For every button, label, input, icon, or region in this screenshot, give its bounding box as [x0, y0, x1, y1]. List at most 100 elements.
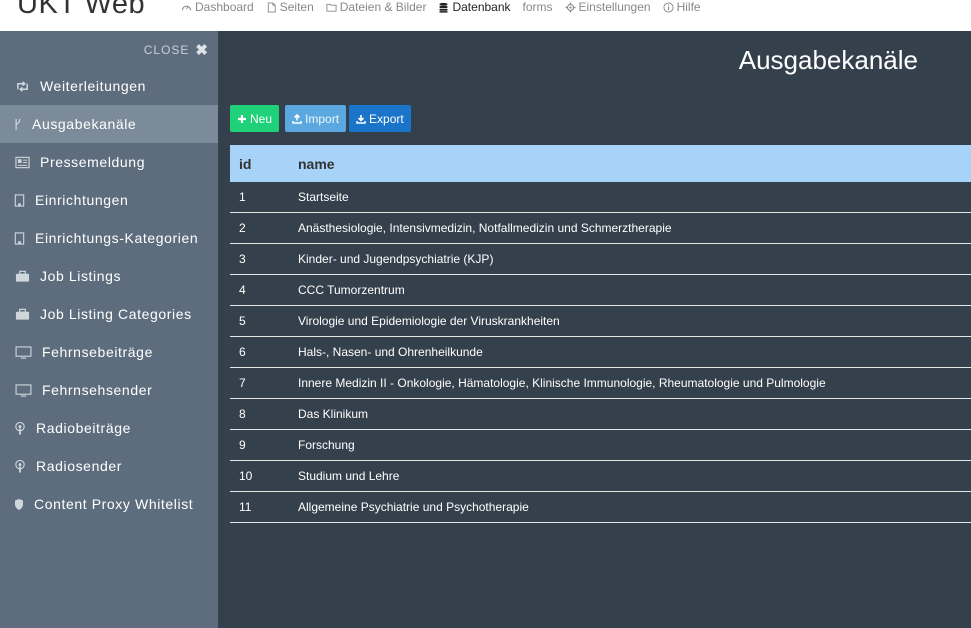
sidebar-item-pressemeldung[interactable]: Pressemeldung [0, 143, 218, 181]
table-row[interactable]: 11 Allgemeine Psychiatrie und Psychothera… [230, 492, 971, 523]
top-bar: UKT Web Dashboard Seiten Dateien & Bilde… [0, 0, 971, 32]
top-nav: Dashboard Seiten Dateien & Bilder Datenb… [181, 0, 713, 14]
table-header: id name [230, 145, 971, 182]
cell-name: Innere Medizin II - Onkologie, Hämatolog… [298, 376, 826, 390]
sidebar-item-label: Radiobeiträge [36, 420, 131, 436]
building-icon [14, 193, 25, 207]
sidebar-item-label: Weiterleitungen [40, 78, 147, 94]
cell-id: 9 [239, 438, 246, 452]
sidebar-item-job-listings[interactable]: Job Listings [0, 257, 218, 295]
briefcase-icon [14, 307, 30, 321]
gear-icon [565, 2, 575, 12]
table-row[interactable]: 2 Anästhesiologie, Intensivmedizin, Notfa… [230, 213, 971, 244]
sidebar-item-label: Job Listing Categories [40, 306, 192, 322]
nav-seiten[interactable]: Seiten [266, 0, 314, 14]
sidebar-item-label: Content Proxy Whitelist [34, 496, 194, 512]
nav-einstellungen[interactable]: Einstellungen [565, 0, 651, 14]
sidebar-item-content-proxy-whitelist[interactable]: Content Proxy Whitelist [0, 485, 218, 523]
export-button-label: Export [369, 111, 404, 126]
sidebar-item-einrichtungs-kategorien[interactable]: Einrichtungs-Kategorien [0, 219, 218, 257]
nav-forms[interactable]: forms [523, 0, 553, 14]
sidebar-item-job-listing-categories[interactable]: Job Listing Categories [0, 295, 218, 333]
table-row[interactable]: 8 Das Klinikum [230, 399, 971, 430]
upload-icon [292, 113, 302, 124]
sidebar-item-label: Einrichtungs-Kategorien [35, 230, 199, 246]
table-row[interactable]: 6 Hals-, Nasen- und Ohrenheilkunde [230, 337, 971, 368]
table-row[interactable]: 7 Innere Medizin II - Onkologie, Hämatolo… [230, 368, 971, 399]
export-button[interactable]: Export [349, 105, 411, 132]
sidebar-item-fehrnsehsender[interactable]: Fehrnsehsender [0, 371, 218, 409]
database-icon [439, 2, 449, 13]
column-header-id[interactable]: id [230, 156, 298, 172]
nav-label: Dashboard [195, 0, 254, 14]
nav-label: Seiten [279, 0, 314, 14]
sidebar-item-label: Job Listings [40, 268, 122, 284]
sidebar-item-radiobeitraege[interactable]: Radiobeiträge [0, 409, 218, 447]
cell-id: 2 [239, 221, 246, 235]
data-table: id name 1 Startseite 2 Anästhesiologie, In… [230, 145, 971, 523]
newspaper-icon [14, 155, 30, 169]
app-title[interactable]: UKT Web [17, 0, 145, 21]
table-row[interactable]: 5 Virologie und Epidemiologie der Viruskr… [230, 306, 971, 337]
shield-icon [14, 497, 24, 511]
nav-label: Datenbank [452, 0, 511, 14]
cell-id: 1 [239, 190, 246, 204]
import-button[interactable]: Import [285, 105, 347, 132]
close-label: CLOSE [143, 43, 190, 57]
page-title: Ausgabekanäle [738, 45, 918, 75]
table-row[interactable]: 3 Kinder- und Jugendpsychiatrie (KJP) [230, 244, 971, 275]
cell-id: 4 [239, 283, 246, 297]
folder-icon [326, 3, 337, 12]
cell-name: Anästhesiologie, Intensivmedizin, Notfal… [298, 221, 672, 235]
cell-name: Kinder- und Jugendpsychiatrie (KJP) [298, 252, 494, 266]
column-header-name[interactable]: name [298, 156, 971, 172]
table-row[interactable]: 4 CCC Tumorzentrum [230, 275, 971, 306]
sidebar-item-label: Fehrnsebeiträge [42, 344, 153, 360]
import-button-label: Import [305, 111, 340, 126]
cell-id: 7 [239, 376, 246, 390]
cell-id: 5 [239, 314, 246, 328]
cell-id: 6 [239, 345, 246, 359]
nav-dateien[interactable]: Dateien & Bilder [326, 0, 427, 14]
close-icon: ✖ [195, 42, 209, 59]
page-icon [267, 1, 276, 13]
table-row[interactable]: 10 Studium und Lehre [230, 461, 971, 492]
new-button[interactable]: Neu [230, 105, 280, 132]
nav-datenbank[interactable]: Datenbank [438, 0, 511, 14]
building-icon [14, 231, 25, 245]
cell-name: Hals-, Nasen- und Ohrenheilkunde [298, 345, 483, 359]
cell-name: Studium und Lehre [298, 469, 400, 483]
sidebar-item-weiterleitungen[interactable]: Weiterleitungen [0, 67, 218, 105]
nav-dashboard[interactable]: Dashboard [181, 0, 254, 14]
retweet-icon [14, 79, 30, 93]
cell-name: Virologie und Epidemiologie der Viruskra… [298, 314, 560, 328]
table-row[interactable]: 1 Startseite [230, 182, 971, 213]
briefcase-icon [14, 269, 30, 283]
sidebar-item-label: Fehrnsehsender [42, 382, 153, 398]
cell-name: Startseite [298, 190, 349, 204]
nav-label: Einstellungen [578, 0, 651, 14]
sidebar-item-label: Pressemeldung [40, 154, 146, 170]
sidebar-item-fehrnsebeitraege[interactable]: Fehrnsebeiträge [0, 333, 218, 371]
close-sidebar-button[interactable]: CLOSE ✖ [144, 41, 209, 59]
cell-id: 8 [239, 407, 246, 421]
podcast-icon [14, 421, 26, 435]
info-icon [663, 1, 674, 13]
plus-icon [238, 114, 246, 123]
nav-hilfe[interactable]: Hilfe [663, 0, 701, 14]
cell-id: 3 [239, 252, 246, 266]
toolbar: Neu Import Export [230, 105, 417, 132]
new-button-label: Neu [250, 111, 273, 126]
dashboard-icon [181, 5, 192, 10]
download-icon [356, 114, 366, 124]
cell-name: Das Klinikum [298, 407, 369, 421]
sidebar-item-ausgabekanaele[interactable]: Ausgabekanäle [0, 105, 218, 143]
nav-label: Dateien & Bilder [339, 0, 427, 14]
table-row[interactable]: 9 Forschung [230, 430, 971, 461]
main-content: Ausgabekanäle Neu Import Export id name … [218, 31, 971, 628]
sidebar-item-radiosender[interactable]: Radiosender [0, 447, 218, 485]
cell-id: 10 [239, 469, 253, 483]
sidebar-item-einrichtungen[interactable]: Einrichtungen [0, 181, 218, 219]
cell-name: Forschung [298, 438, 355, 452]
podcast-icon [14, 459, 26, 473]
